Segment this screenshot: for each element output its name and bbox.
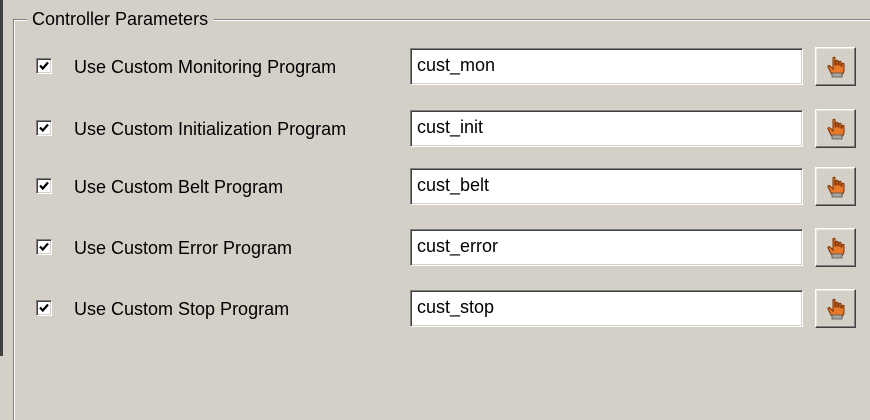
browse-belt-program-button[interactable] [815,167,856,206]
pointing-hand-icon [827,298,845,320]
stop-program-input[interactable]: cust_stop [410,290,803,327]
pointing-hand-icon [827,118,845,140]
monitoring-program-input[interactable]: cust_mon [410,48,803,85]
pointing-hand-icon [827,176,845,198]
browse-stop-program-button[interactable] [815,289,856,328]
belt-program-input[interactable]: cust_belt [410,168,803,205]
row-label: Use Custom Monitoring Program [74,57,337,77]
row-error-program: Use Custom Error Program cust_error [0,228,870,268]
pointing-hand-icon [827,56,845,78]
use-custom-stop-checkbox[interactable] [36,300,52,316]
group-title: Controller Parameters [27,9,215,29]
checkmark-icon [39,123,49,133]
row-label: Use Custom Stop Program [74,299,290,319]
use-custom-initialization-checkbox[interactable] [36,120,52,136]
use-custom-error-checkbox[interactable] [36,239,52,255]
browse-initialization-program-button[interactable] [815,109,856,148]
browse-monitoring-program-button[interactable] [815,47,856,86]
row-label: Use Custom Belt Program [74,177,284,197]
row-monitoring-program: Use Custom Monitoring Program cust_mon [0,47,870,87]
row-label: Use Custom Initialization Program [74,119,347,139]
row-initialization-program: Use Custom Initialization Program cust_i… [0,109,870,149]
row-label: Use Custom Error Program [74,238,293,258]
browse-error-program-button[interactable] [815,228,856,267]
row-stop-program: Use Custom Stop Program cust_stop [0,289,870,329]
checkmark-icon [39,181,49,191]
checkmark-icon [39,242,49,252]
initialization-program-input[interactable]: cust_init [410,110,803,147]
error-program-input[interactable]: cust_error [410,229,803,266]
pointing-hand-icon [827,237,845,259]
checkmark-icon [39,61,49,71]
use-custom-belt-checkbox[interactable] [36,178,52,194]
checkmark-icon [39,303,49,313]
use-custom-monitoring-checkbox[interactable] [36,58,52,74]
row-belt-program: Use Custom Belt Program cust_belt [0,167,870,207]
